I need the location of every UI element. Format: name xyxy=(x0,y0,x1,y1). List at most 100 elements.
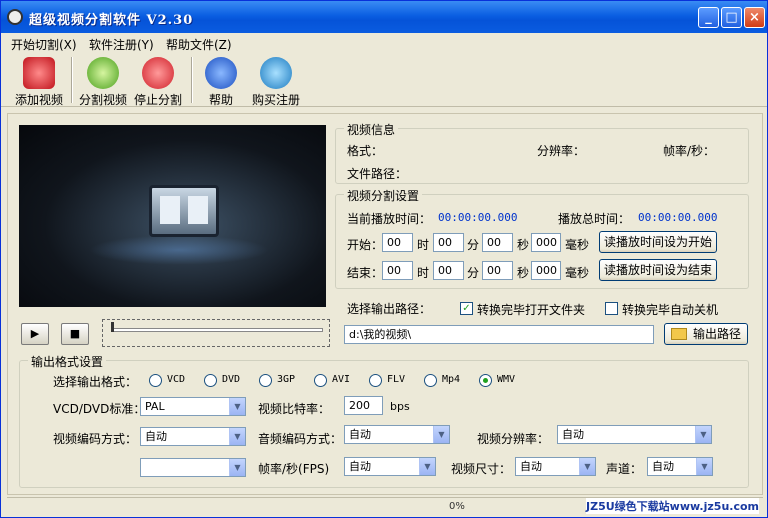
toolbar: 添加视频 分割视频 停止分割 帮助 购买注册 xyxy=(1,53,767,107)
split-icon xyxy=(87,57,119,89)
output-path-label: 选择输出路径： xyxy=(347,302,432,316)
progress-text: 0% xyxy=(449,501,465,512)
split-video-button[interactable]: 分割视频 xyxy=(77,55,129,107)
stop-split-label: 停止分割 xyxy=(133,93,182,107)
open-folder-label: 转换完毕打开文件夹 xyxy=(477,303,586,317)
set-start-button[interactable]: 读播放时间设为开始 xyxy=(599,231,717,253)
radio-mp4[interactable] xyxy=(424,374,437,387)
video-size-value: 自动 xyxy=(520,460,542,473)
start-hour-input[interactable]: 00 xyxy=(382,233,413,252)
radio-3gp-label: 3GP xyxy=(277,374,296,385)
ms-unit: 毫秒 xyxy=(565,266,590,280)
fps-info-label: 帧率/秒： xyxy=(663,144,716,158)
radio-dvd[interactable] xyxy=(204,374,217,387)
vcd-standard-value: PAL xyxy=(145,400,165,413)
radio-flv[interactable] xyxy=(369,374,382,387)
vcd-standard-select[interactable]: PAL ▼ xyxy=(140,397,246,416)
file-path-label: 文件路径： xyxy=(347,167,408,181)
chevron-down-icon: ▼ xyxy=(229,459,245,476)
audio-codec-label: 音频编码方式： xyxy=(258,432,343,446)
start-label: 开始： xyxy=(347,238,384,252)
shutdown-label: 转换完毕自动关机 xyxy=(622,303,719,317)
channel-label: 声道： xyxy=(606,462,643,476)
shutdown-checkbox[interactable] xyxy=(605,302,618,315)
start-minute-input[interactable]: 00 xyxy=(433,233,464,252)
radio-vcd[interactable] xyxy=(149,374,162,387)
end-hour-input[interactable]: 00 xyxy=(382,261,413,280)
watermark-text: JZ5U绿色下载站www.jz5u.com xyxy=(586,498,759,514)
play-button[interactable]: ▶ xyxy=(21,323,49,345)
bps-unit: bps xyxy=(390,400,410,413)
seek-thumb[interactable] xyxy=(111,322,114,332)
format-select-label: 选择输出格式： xyxy=(53,375,138,389)
current-time-value: 00:00:00.000 xyxy=(438,211,518,224)
audio-option-select[interactable]: ▼ xyxy=(140,458,246,477)
menu-help[interactable]: 帮助文件(Z) xyxy=(166,36,232,53)
fps-select[interactable]: 自动 ▼ xyxy=(344,457,436,476)
total-time-label: 播放总时间： xyxy=(558,212,631,226)
set-end-button[interactable]: 读播放时间设为结束 xyxy=(599,259,717,281)
menu-start-cut[interactable]: 开始切割(X) xyxy=(11,36,77,53)
minimize-button[interactable]: _ xyxy=(698,7,719,28)
seek-track xyxy=(111,328,323,332)
current-time-label: 当前播放时间： xyxy=(347,212,432,226)
radio-flv-label: FLV xyxy=(387,374,406,385)
audio-codec-select[interactable]: 自动 ▼ xyxy=(344,425,450,444)
add-video-button[interactable]: 添加视频 xyxy=(11,55,67,107)
audio-codec-value: 自动 xyxy=(349,428,371,441)
video-size-label: 视频尺寸： xyxy=(451,462,512,476)
status-bar: 0% JZ5U绿色下载站www.jz5u.com xyxy=(7,497,763,515)
format-label: 格式： xyxy=(347,144,384,158)
total-time-value: 00:00:00.000 xyxy=(638,211,718,224)
radio-wmv[interactable] xyxy=(479,374,492,387)
video-resolution-value: 自动 xyxy=(562,428,584,441)
seek-slider[interactable] xyxy=(102,319,330,347)
channel-select[interactable]: 自动 ▼ xyxy=(647,457,713,476)
video-codec-label: 视频编码方式： xyxy=(53,432,138,446)
menu-register[interactable]: 软件注册(Y) xyxy=(89,36,154,53)
video-resolution-label: 视频分辨率： xyxy=(477,432,550,446)
maximize-button[interactable]: □ xyxy=(721,7,742,28)
video-preview xyxy=(19,125,326,307)
video-codec-value: 自动 xyxy=(145,430,167,443)
buy-register-label: 购买注册 xyxy=(251,93,300,107)
add-video-label: 添加视频 xyxy=(14,93,63,107)
radio-3gp[interactable] xyxy=(259,374,272,387)
start-second-input[interactable]: 00 xyxy=(482,233,513,252)
split-video-label: 分割视频 xyxy=(78,93,127,107)
chevron-down-icon: ▼ xyxy=(696,458,712,475)
end-label: 结束： xyxy=(347,266,384,280)
help-button[interactable]: 帮助 xyxy=(201,55,241,107)
end-second-input[interactable]: 00 xyxy=(482,261,513,280)
end-minute-input[interactable]: 00 xyxy=(433,261,464,280)
chevron-down-icon: ▼ xyxy=(419,458,435,475)
stop-split-button[interactable]: 停止分割 xyxy=(131,55,185,107)
output-path-input[interactable]: d:\我的视频\ xyxy=(344,325,654,344)
chevron-down-icon: ▼ xyxy=(695,426,711,443)
hour-unit: 时 xyxy=(417,238,430,252)
ms-unit: 毫秒 xyxy=(565,238,590,252)
split-settings-legend: 视频分割设置 xyxy=(344,187,423,204)
resolution-label: 分辨率： xyxy=(537,144,586,158)
add-video-icon xyxy=(23,57,55,89)
bitrate-input[interactable]: 200 xyxy=(344,396,383,415)
video-size-select[interactable]: 自动 ▼ xyxy=(515,457,596,476)
buy-register-button[interactable]: 购买注册 xyxy=(249,55,303,107)
end-ms-input[interactable]: 000 xyxy=(531,261,561,280)
fps-label: 帧率/秒(FPS) xyxy=(258,462,330,476)
open-folder-checkbox[interactable]: ✓ xyxy=(460,302,473,315)
channel-value: 自动 xyxy=(652,460,674,473)
app-window: 超级视频分割软件 V2.30 _ □ × 开始切割(X) 软件注册(Y) 帮助文… xyxy=(0,0,768,518)
stop-button[interactable]: ■ xyxy=(61,323,89,345)
title-bar: 超级视频分割软件 V2.30 _ □ × xyxy=(1,1,767,33)
preview-glow xyxy=(89,235,269,265)
output-path-button[interactable]: 输出路径 xyxy=(664,323,748,345)
video-codec-select[interactable]: 自动 ▼ xyxy=(140,427,246,446)
radio-avi[interactable] xyxy=(314,374,327,387)
chevron-down-icon: ▼ xyxy=(579,458,595,475)
video-resolution-select[interactable]: 自动 ▼ xyxy=(557,425,712,444)
chevron-down-icon: ▼ xyxy=(229,398,245,415)
start-ms-input[interactable]: 000 xyxy=(531,233,561,252)
radio-avi-label: AVI xyxy=(332,374,351,385)
close-button[interactable]: × xyxy=(744,7,765,28)
